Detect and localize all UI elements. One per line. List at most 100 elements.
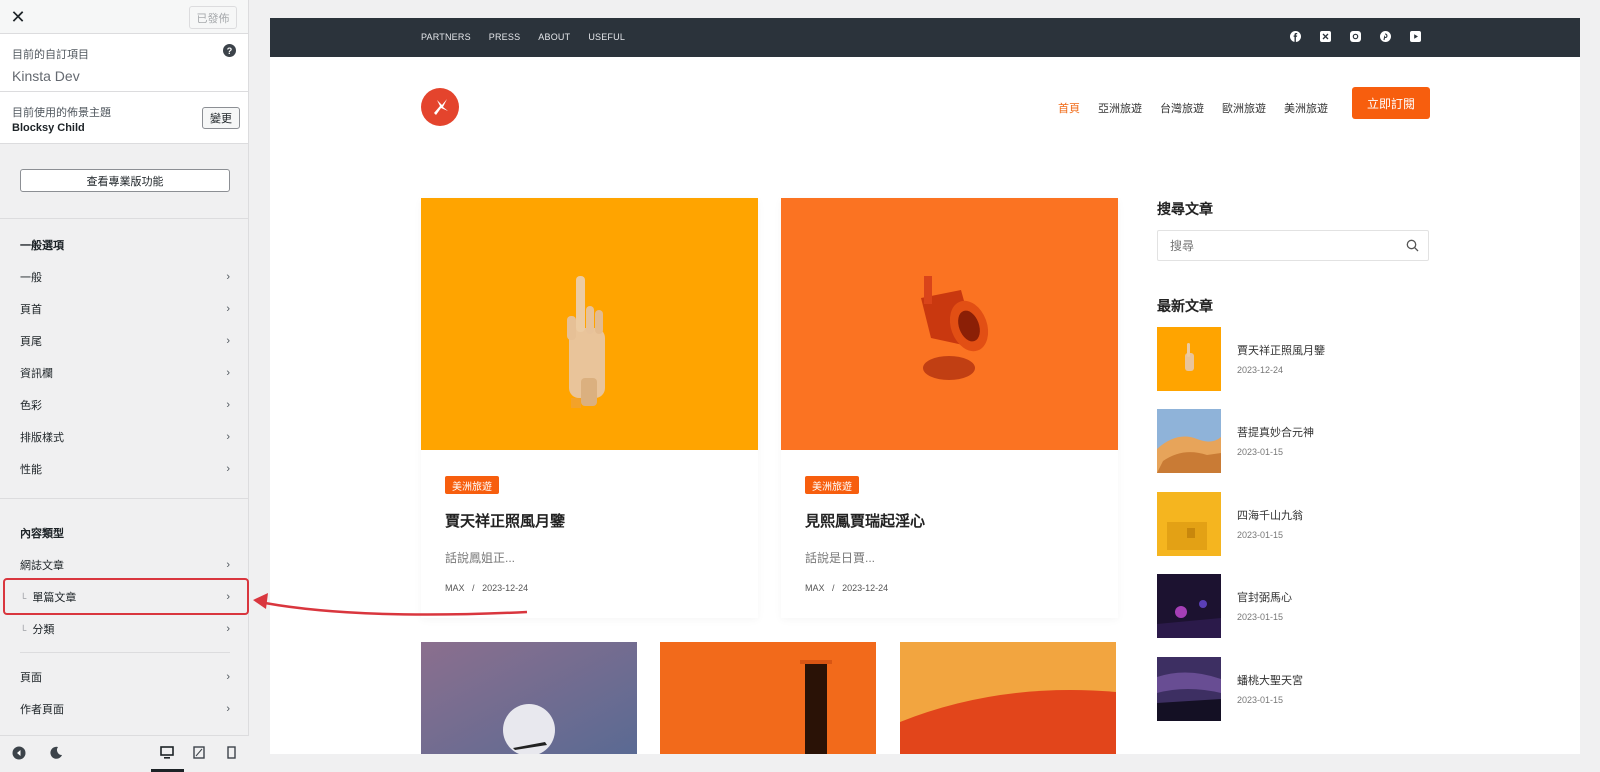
nav-asia[interactable]: 亞洲旅遊	[1098, 100, 1142, 116]
sidebar-item-label: 頁尾	[20, 336, 42, 348]
meta-separator: /	[832, 583, 835, 593]
post-card[interactable]: 美洲旅遊 見熙鳳賈瑞起淫心 話說是日賈... MAX / 2023-12-24	[781, 198, 1118, 618]
tablet-icon[interactable]	[193, 746, 205, 762]
sidebar-item-typography[interactable]: 排版樣式 ›	[20, 426, 230, 448]
youtube-icon[interactable]	[1409, 30, 1422, 43]
recent-post-title[interactable]: 賈天祥正照風月鑒	[1237, 342, 1325, 358]
post-image[interactable]	[421, 198, 758, 450]
recent-widget-title: 最新文章	[1157, 299, 1213, 315]
sidebar-item-general[interactable]: 一般 ›	[20, 266, 230, 288]
nav-america[interactable]: 美洲旅遊	[1284, 100, 1328, 116]
sidebar-item-pages[interactable]: 頁面 ›	[20, 666, 230, 688]
indent-icon: └	[20, 625, 27, 635]
sidebar-item-label: 一般	[20, 272, 42, 284]
recent-post-item[interactable]: 菩提真妙合元神 2023-01-15	[1157, 409, 1429, 473]
customizing-info: 目前的自訂項目 Kinsta Dev ?	[0, 34, 248, 92]
sidebar-item-label: 作者頁面	[20, 704, 64, 716]
sidebar-item-blog-posts[interactable]: 網誌文章 ›	[20, 554, 230, 576]
x-icon[interactable]	[1319, 30, 1332, 43]
post-author[interactable]: MAX	[445, 583, 465, 593]
recent-post-item[interactable]: 四海千山九翁 2023-01-15	[1157, 492, 1429, 556]
published-button[interactable]: 已發佈	[189, 6, 237, 29]
top-nav: PARTNERS PRESS ABOUT USEFUL	[421, 32, 643, 42]
change-theme-button[interactable]: 變更	[202, 107, 240, 129]
sidebar-item-categories[interactable]: └ 分類 ›	[20, 618, 230, 640]
recent-post-date: 2023-01-15	[1237, 530, 1284, 540]
desktop-icon[interactable]	[160, 746, 174, 762]
single-post-highlight	[3, 578, 249, 615]
post-card[interactable]: 美洲旅遊 賈天祥正照風月鑒 話說鳳姐正... MAX / 2023-12-24	[421, 198, 758, 618]
sidebar-item-label: 色彩	[20, 400, 42, 412]
top-nav-press[interactable]: PRESS	[489, 32, 521, 42]
pro-features-button[interactable]: 查看專業版功能	[20, 169, 230, 192]
recent-post-title[interactable]: 官封弼馬心	[1237, 589, 1292, 605]
sidebar-item-sidebar[interactable]: 資訊欄 ›	[20, 362, 230, 384]
facebook-icon[interactable]	[1289, 30, 1302, 43]
post-image[interactable]	[781, 198, 1118, 450]
instagram-icon[interactable]	[1349, 30, 1362, 43]
top-nav-useful[interactable]: USEFUL	[588, 32, 625, 42]
meta-separator: /	[472, 583, 475, 593]
post-image[interactable]	[660, 642, 876, 754]
nav-home[interactable]: 首頁	[1058, 100, 1080, 116]
recent-post-title[interactable]: 四海千山九翁	[1237, 507, 1303, 523]
sidebar-item-colors[interactable]: 色彩 ›	[20, 394, 230, 416]
sidebar-item-label: 頁首	[20, 304, 42, 316]
site-logo[interactable]	[421, 88, 459, 126]
content-section-title: 內容類型	[20, 528, 64, 540]
search-input[interactable]	[1158, 231, 1388, 260]
sidebar-item-author-pages[interactable]: 作者頁面 ›	[20, 698, 230, 720]
sidebar-item-label: 分類	[32, 624, 55, 636]
search-icon[interactable]	[1406, 239, 1419, 257]
recent-post-title[interactable]: 菩提真妙合元神	[1237, 424, 1314, 440]
top-nav-partners[interactable]: PARTNERS	[421, 32, 471, 42]
recent-post-thumbnail[interactable]	[1157, 657, 1221, 721]
post-image[interactable]	[421, 642, 637, 754]
recent-post-thumbnail[interactable]	[1157, 574, 1221, 638]
customizing-label: 目前的自訂項目	[12, 49, 89, 61]
search-field[interactable]	[1157, 230, 1429, 261]
search-widget-title: 搜尋文章	[1157, 202, 1213, 218]
sidebar-item-label: 資訊欄	[20, 368, 53, 380]
post-category-tag[interactable]: 美洲旅遊	[805, 476, 859, 494]
sidebar-item-header[interactable]: 頁首 ›	[20, 298, 230, 320]
chevron-right-icon: ›	[226, 623, 230, 635]
recent-post-item[interactable]: 蟠桃大聖天宮 2023-01-15	[1157, 657, 1429, 721]
recent-post-item[interactable]: 賈天祥正照風月鑒 2023-12-24	[1157, 327, 1429, 391]
recent-post-thumbnail[interactable]	[1157, 327, 1221, 391]
sidebar-item-label: 頁面	[20, 672, 42, 684]
chevron-right-icon: ›	[226, 703, 230, 715]
sidebar-item-label: 性能	[20, 464, 42, 476]
pinterest-icon[interactable]	[1379, 30, 1392, 43]
chevron-right-icon: ›	[226, 367, 230, 379]
post-meta: MAX / 2023-12-24	[805, 583, 888, 593]
post-author[interactable]: MAX	[805, 583, 825, 593]
recent-post-item[interactable]: 官封弼馬心 2023-01-15	[1157, 574, 1429, 638]
subscribe-button[interactable]: 立即訂閱	[1352, 87, 1430, 119]
recent-post-thumbnail[interactable]	[1157, 409, 1221, 473]
dark-mode-icon[interactable]	[49, 746, 63, 763]
help-icon[interactable]: ?	[223, 44, 236, 57]
post-image[interactable]	[900, 642, 1116, 754]
mobile-icon[interactable]	[227, 746, 236, 762]
post-category-tag[interactable]: 美洲旅遊	[445, 476, 499, 494]
nav-taiwan[interactable]: 台灣旅遊	[1160, 100, 1204, 116]
close-icon[interactable]: ✕	[0, 0, 36, 34]
post-date: 2023-12-24	[482, 583, 529, 593]
post-title[interactable]: 見熙鳳賈瑞起淫心	[805, 510, 925, 531]
social-links	[1289, 30, 1422, 43]
sidebar-item-footer[interactable]: 頁尾 ›	[20, 330, 230, 352]
chevron-right-icon: ›	[226, 671, 230, 683]
collapse-icon[interactable]	[12, 746, 26, 763]
sidebar-item-performance[interactable]: 性能 ›	[20, 458, 230, 480]
recent-post-thumbnail[interactable]	[1157, 492, 1221, 556]
post-excerpt: 話說是日賈...	[805, 551, 876, 565]
recent-post-title[interactable]: 蟠桃大聖天宮	[1237, 672, 1303, 688]
customizer-sidebar: ✕ 已發佈 目前的自訂項目 Kinsta Dev ? 目前使用的佈景主題 Blo…	[0, 0, 249, 772]
top-nav-about[interactable]: ABOUT	[538, 32, 570, 42]
nav-europe[interactable]: 歐洲旅遊	[1222, 100, 1266, 116]
post-title[interactable]: 賈天祥正照風月鑒	[445, 510, 565, 531]
sidebar-item-label: 排版樣式	[20, 432, 64, 444]
recent-post-date: 2023-12-24	[1237, 365, 1284, 375]
recent-post-date: 2023-01-15	[1237, 447, 1284, 457]
